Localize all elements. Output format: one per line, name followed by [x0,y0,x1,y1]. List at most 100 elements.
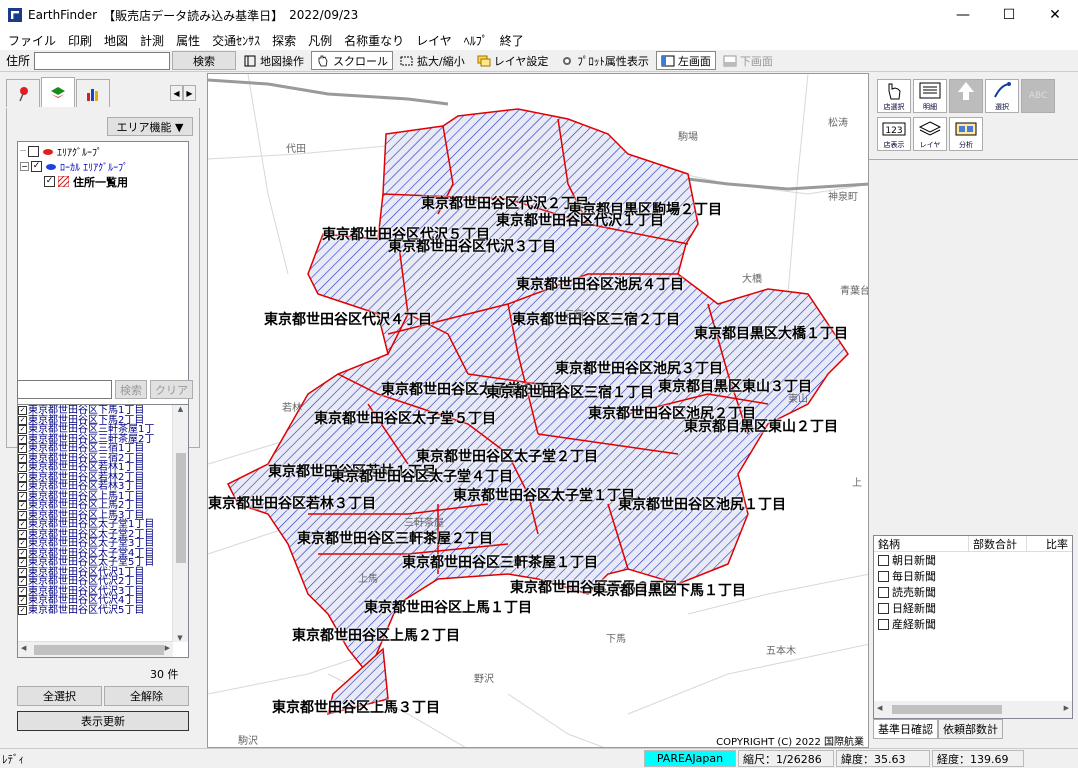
tree-checkbox[interactable]: ✓ [44,176,55,187]
store-select-tool[interactable]: 店選択 [877,79,911,113]
header-total[interactable]: 部数合計 [969,536,1027,551]
list-item-checkbox[interactable]: ✓ [18,605,27,615]
menu-explore[interactable]: 探索 [268,32,304,49]
list-item-checkbox[interactable]: ✓ [18,586,27,596]
list-item-checkbox[interactable]: ✓ [18,501,27,511]
list-item-checkbox[interactable]: ✓ [18,596,27,606]
list-item-checkbox[interactable]: ✓ [18,567,27,577]
scroll-left-icon[interactable]: ◀ [877,704,882,712]
newspaper-checkbox[interactable] [878,618,889,630]
plot-attribute-button[interactable]: ﾌﾟﾛｯﾄ属性表示 [555,51,654,70]
bottom-screen-button[interactable]: 下画面 [718,51,778,70]
horizontal-scrollbar[interactable]: ◀ ▶ [18,641,173,657]
list-item[interactable]: ✓ 東京都世田谷区代沢5丁目 [18,605,173,615]
address-input[interactable] [34,51,171,70]
list-search-input[interactable] [17,380,112,399]
map-operation-button[interactable]: 地図操作 [238,51,309,70]
maximize-button[interactable]: ☐ [986,0,1032,30]
tab-pin[interactable] [6,79,40,107]
menu-map[interactable]: 地図 [100,32,136,49]
query-tool[interactable]: Ｑ [949,79,983,113]
scroll-thumb[interactable] [176,453,186,563]
table-row[interactable]: 読売新聞 [874,584,1072,600]
left-screen-button[interactable]: 左画面 [655,51,716,70]
scroll-thumb[interactable] [34,645,164,655]
tree-item-local-area-group[interactable]: − ✓ ﾛｰｶﾙ ｴﾘｱｸﾞﾙｰﾌﾟ [20,159,186,174]
menu-print[interactable]: 印刷 [64,32,100,49]
menu-name-overlap[interactable]: 名称重なり [340,32,412,49]
list-item-checkbox[interactable]: ✓ [18,434,27,444]
menu-measure[interactable]: 計測 [136,32,172,49]
scroll-down-icon[interactable]: ▼ [173,634,187,642]
store-display-tool[interactable]: 123 店表示 [877,117,911,151]
tree-checkbox[interactable]: ✓ [31,161,42,172]
scroll-button[interactable]: スクロール [311,51,394,70]
scroll-left-icon[interactable]: ◀ [21,644,26,652]
list-item-checkbox[interactable]: ✓ [18,510,27,520]
table-row[interactable]: 朝日新聞 [874,552,1072,568]
table-row[interactable]: 毎日新聞 [874,568,1072,584]
tab-request-count[interactable]: 依頼部数計 [938,719,1003,739]
menu-exit[interactable]: 終了 [496,32,532,49]
select-all-button[interactable]: 全選択 [17,686,102,706]
refresh-display-button[interactable]: 表示更新 [17,711,189,731]
menu-layer[interactable]: レイヤ [412,32,460,49]
collapse-icon[interactable]: − [20,162,29,171]
newspaper-checkbox[interactable] [878,570,889,582]
list-item-checkbox[interactable]: ✓ [18,425,27,435]
list-clear-button[interactable]: クリア [150,380,193,399]
newspaper-checkbox[interactable] [878,554,889,566]
layer-tool[interactable]: レイヤ [913,117,947,151]
header-brand[interactable]: 銘柄 [874,536,969,551]
tree-checkbox[interactable] [28,146,40,157]
list-item-checkbox[interactable]: ✓ [18,539,27,549]
menu-help[interactable]: ﾍﾙﾌﾟ [460,32,496,49]
list-item-checkbox[interactable]: ✓ [18,577,27,587]
zoom-button[interactable]: 拡大/縮小 [395,51,470,70]
select-tool[interactable]: 選択 [985,79,1019,113]
menu-attribute[interactable]: 属性 [172,32,208,49]
list-item-checkbox[interactable]: ✓ [18,482,27,492]
tab-scroll-left-icon[interactable]: ◀ [170,85,183,101]
header-ratio[interactable]: 比率 [1027,536,1072,551]
layer-settings-button[interactable]: レイヤ設定 [472,51,554,70]
list-item-checkbox[interactable]: ✓ [18,444,27,454]
list-item-checkbox[interactable]: ✓ [18,529,27,539]
menu-traffic-census[interactable]: 交通ｾﾝｻｽ [208,32,268,49]
table-horizontal-scrollbar[interactable]: ◀ ▶ [874,701,1072,718]
scroll-thumb[interactable] [892,705,1002,714]
tab-base-date[interactable]: 基準日確認 [873,719,938,739]
list-item-checkbox[interactable]: ✓ [18,491,27,501]
list-item-checkbox[interactable]: ✓ [18,558,27,568]
menu-file[interactable]: ファイル [4,32,64,49]
vertical-scrollbar[interactable]: ▲ ▼ [172,405,188,642]
list-search-button[interactable]: 検索 [115,380,147,399]
table-row[interactable]: 産経新聞 [874,616,1072,632]
newspaper-checkbox[interactable] [878,586,889,598]
table-row[interactable]: 日経新聞 [874,600,1072,616]
menu-legend[interactable]: 凡例 [304,32,340,49]
tab-layers[interactable] [41,77,75,107]
abc-tool[interactable]: ABC [1021,79,1055,113]
list-item-checkbox[interactable]: ✓ [18,453,27,463]
list-item-checkbox[interactable]: ✓ [18,415,27,425]
list-item-checkbox[interactable]: ✓ [18,406,27,416]
scroll-up-icon[interactable]: ▲ [173,405,188,413]
list-item-checkbox[interactable]: ✓ [18,548,27,558]
map-view[interactable]: 東京都世田谷区代沢２丁目 東京都目黒区駒場２丁目 東京都世田谷区代沢１丁目 東京都世田… [207,73,869,748]
deselect-all-button[interactable]: 全解除 [104,686,189,706]
analysis-tool[interactable]: 分析 [949,117,983,151]
minimize-button[interactable]: — [940,0,986,30]
list-item-checkbox[interactable]: ✓ [18,472,27,482]
list-item-checkbox[interactable]: ✓ [18,463,27,473]
address-search-button[interactable]: 検索 [172,51,237,70]
detail-tool[interactable]: 明細 [913,79,947,113]
scroll-right-icon[interactable]: ▶ [1064,704,1069,712]
area-function-button[interactable]: エリア機能 ▼ [107,117,193,136]
newspaper-checkbox[interactable] [878,602,889,614]
scroll-right-icon[interactable]: ▶ [165,644,170,652]
tree-item-address-list[interactable]: ✓ 住所一覧用 [20,174,186,189]
tab-scroll-right-icon[interactable]: ▶ [183,85,196,101]
tab-chart[interactable] [76,79,110,107]
close-button[interactable]: ✕ [1032,0,1078,30]
